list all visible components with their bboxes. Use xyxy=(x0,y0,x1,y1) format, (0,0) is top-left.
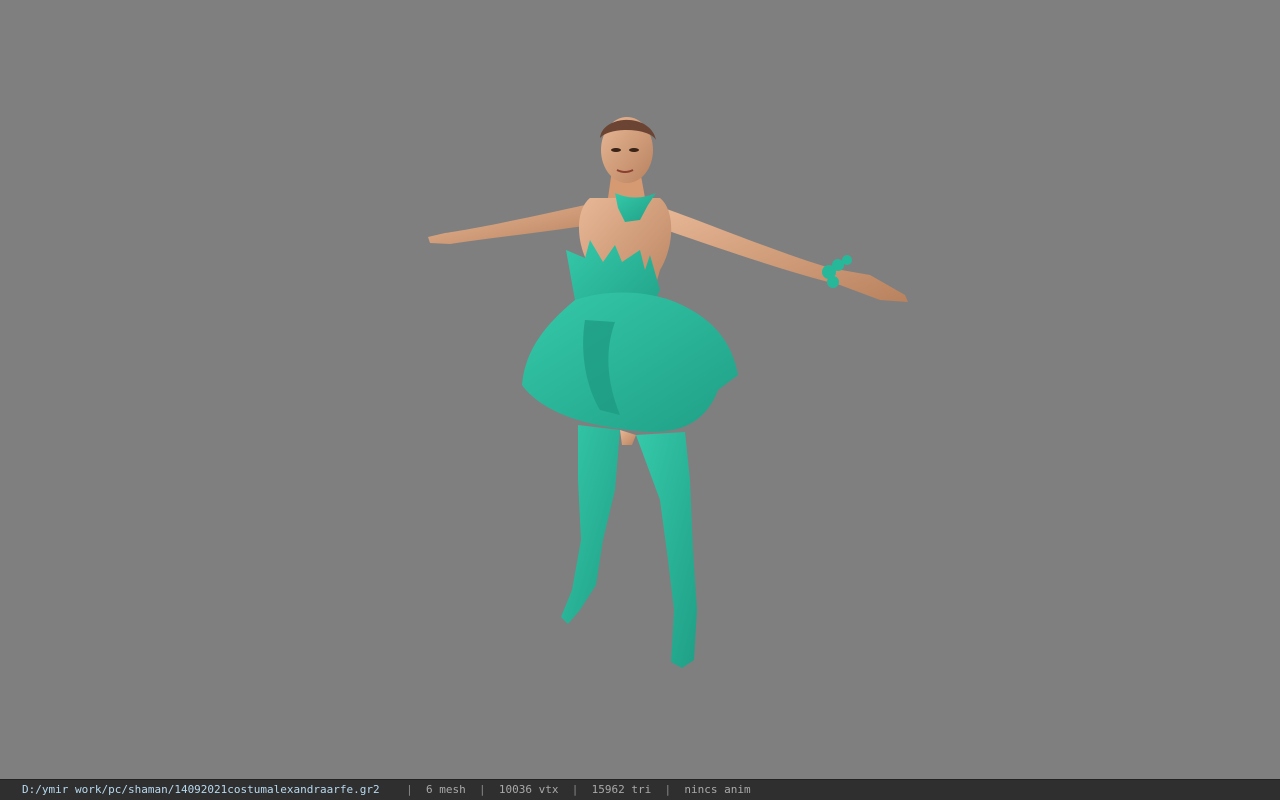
status-separator: | xyxy=(664,783,672,796)
right-boot xyxy=(636,432,697,668)
character-model xyxy=(428,117,908,668)
vertex-count: 10036 vtx xyxy=(498,783,559,796)
thigh-gap xyxy=(620,430,636,445)
face-eye-left xyxy=(611,148,621,152)
triangle-count: 15962 tri xyxy=(591,783,652,796)
face-eye-right xyxy=(629,148,639,152)
right-arm xyxy=(655,205,908,302)
status-separator: | xyxy=(406,783,413,796)
file-path: D:/ymir work/pc/shaman/14092021costumale… xyxy=(22,783,380,796)
left-boot xyxy=(561,425,620,624)
animation-status: nincs anim xyxy=(684,783,751,796)
status-separator: | xyxy=(479,783,486,796)
status-separator: | xyxy=(571,783,579,796)
left-arm xyxy=(428,205,590,244)
status-bar: D:/ymir work/pc/shaman/14092021costumale… xyxy=(0,779,1280,800)
dress-skirt xyxy=(522,292,738,432)
mesh-count: 6 mesh xyxy=(426,783,466,796)
3d-viewport[interactable] xyxy=(0,0,1280,779)
